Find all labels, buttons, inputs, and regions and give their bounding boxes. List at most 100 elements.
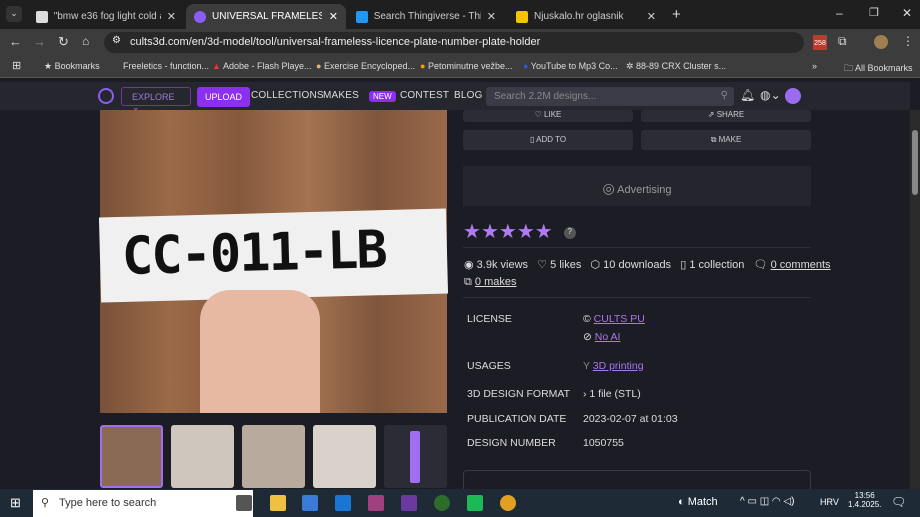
search-icon: ⚲ (41, 497, 50, 509)
thumbnail-5[interactable] (384, 425, 447, 488)
outlook-icon[interactable] (335, 495, 351, 511)
tab-bmw[interactable]: "bmw e36 fog light cold air inta ✕ (28, 4, 184, 29)
windows-start-icon[interactable]: ⊞ (10, 495, 21, 511)
comments-link[interactable]: 0 comments (771, 259, 831, 271)
scrollbar-thumb[interactable] (912, 130, 918, 195)
divider (463, 297, 811, 298)
chrome-icon[interactable] (500, 495, 516, 511)
printer-icon: Y (583, 360, 590, 372)
tab-title: UNIVERSAL FRAMELESS EU (212, 11, 322, 22)
search-icon[interactable]: ⚲ (721, 90, 728, 101)
url-field[interactable]: ⚙ cults3d.com/en/3d-model/tool/universal-… (104, 32, 804, 53)
close-tab-icon[interactable]: ✕ (647, 10, 656, 23)
bell-icon[interactable]: 🔔︎ (740, 88, 755, 102)
search-input[interactable]: Search 2.2M designs... ⚲ (486, 87, 734, 106)
star-icon: ★ (516, 221, 535, 243)
close-window-button[interactable]: ✕ (902, 6, 912, 20)
tab-title: Njuskalo.hr oglasnik (534, 11, 624, 22)
user-avatar[interactable] (785, 88, 801, 104)
minimize-button[interactable]: – (836, 6, 843, 20)
tab-thingiverse[interactable]: Search Thingiverse - Thingivers ✕ (348, 4, 504, 29)
bookmark-label: Adobe - Flash Playe... (222, 61, 312, 71)
menu-icon[interactable]: ⋮ (902, 34, 914, 48)
bookmark-label: Bookmarks (54, 61, 100, 71)
extension-badge[interactable]: 258 (813, 35, 827, 50)
apps-icon[interactable]: ⊞ (12, 59, 21, 72)
weather-widget[interactable]: ◐ Match (678, 496, 718, 508)
reload-icon[interactable]: ↻ (58, 34, 69, 50)
close-tab-icon[interactable]: ✕ (487, 10, 496, 23)
tab-njuskalo[interactable]: Njuskalo.hr oglasnik ✕ (508, 4, 664, 29)
close-tab-icon[interactable]: ✕ (329, 10, 338, 23)
rating-help-icon[interactable]: ? (563, 227, 576, 239)
tab-title: Search Thingiverse - Thingivers (373, 11, 481, 22)
bookmark-item[interactable]: ● Exercise Encycloped... (316, 61, 415, 71)
close-tab-icon[interactable]: ✕ (167, 10, 176, 23)
license-link[interactable]: CULTS PU (594, 313, 645, 325)
like-button[interactable]: ♡ LIKE (463, 110, 633, 122)
taskbar-search-input[interactable]: ⚲ Type here to search (33, 490, 253, 517)
thumbnail-1[interactable] (100, 425, 163, 488)
home-icon[interactable]: ⌂ (82, 34, 89, 48)
advertising-box: ◎ Advertising (463, 166, 811, 206)
upload-button[interactable]: UPLOAD (197, 87, 251, 107)
thumbnail-3[interactable] (242, 425, 305, 488)
more-bookmarks-icon[interactable]: » (812, 61, 817, 71)
eye-icon: ◉ (464, 259, 474, 271)
globe-icon[interactable]: ◍⌄ (760, 88, 781, 102)
share-button[interactable]: ⇗ SHARE (641, 110, 811, 122)
profile-avatar[interactable] (874, 35, 888, 49)
makes-link[interactable]: 0 makes (475, 276, 517, 288)
makes-link[interactable]: MAKES (323, 90, 359, 101)
collections-link[interactable]: COLLECTIONS (251, 90, 324, 101)
add-to-button[interactable]: ▯ ADD TO (463, 130, 633, 150)
divider (463, 247, 811, 248)
tab-search-button[interactable]: ⌄ (6, 6, 22, 22)
thumbnail-2[interactable] (171, 425, 234, 488)
bookmark-item[interactable]: Freeletics - function... (123, 61, 209, 71)
tray-icons[interactable]: ^ ▭ ◫ ◠ ◁) (740, 496, 794, 507)
license-plate-image: CC-011-LB (98, 208, 449, 303)
new-badge: NEW (369, 91, 396, 102)
new-tab-button[interactable]: + (672, 6, 681, 23)
site-info-icon[interactable]: ⚙ (112, 35, 121, 46)
back-icon[interactable]: ← (9, 34, 22, 49)
like-label: LIKE (544, 110, 562, 119)
format-value[interactable]: › 1 file (STL) (583, 388, 641, 400)
bookmark-item[interactable]: ● YouTube to Mp3 Co... (523, 61, 618, 71)
store-icon[interactable] (302, 495, 318, 511)
date-label: PUBLICATION DATE (467, 413, 567, 425)
rating-stars: ★★★★★ ? (463, 219, 576, 244)
restore-button[interactable]: ❐ (869, 6, 879, 19)
forward-icon[interactable]: → (33, 34, 46, 49)
site-nav: EXPLORE ⌄ UPLOAD COLLECTIONS MAKES NEW C… (0, 82, 910, 112)
usages-link[interactable]: 3D printing (593, 360, 644, 372)
explore-label: EXPLORE (132, 92, 175, 102)
make-button[interactable]: ⧉ MAKE (641, 130, 811, 150)
bookmark-item[interactable]: ★ Bookmarks (44, 61, 100, 72)
app-icon[interactable] (434, 495, 450, 511)
language-indicator[interactable]: HRV (820, 497, 839, 507)
cults-logo-icon[interactable] (98, 88, 114, 104)
notifications-icon[interactable]: 🗨︎ (891, 495, 906, 509)
clock[interactable]: 13:56 1.4.2025. (848, 491, 881, 509)
bookmark-item[interactable]: ▲ Adobe - Flash Playe... (212, 61, 311, 71)
task-view-icon[interactable] (236, 495, 252, 511)
bookmark-item[interactable]: ● Petominutne vežbe... (420, 61, 513, 71)
bookmark-item[interactable]: ✲ 88-89 CRX Cluster s... (626, 61, 726, 72)
contest-link[interactable]: CONTEST (400, 90, 449, 101)
extensions-icon[interactable]: ⧉ (838, 34, 847, 49)
blog-link[interactable]: BLOG (454, 90, 483, 101)
explore-button[interactable]: EXPLORE ⌄ (121, 87, 191, 112)
downloads-count: 10 downloads (603, 259, 672, 271)
file-explorer-icon[interactable] (270, 495, 286, 511)
all-bookmarks[interactable]: 🗀 All Bookmarks (844, 61, 913, 77)
no-ai-link[interactable]: No AI (595, 331, 621, 343)
thumbnail-4[interactable] (313, 425, 376, 488)
adobe-icon: ▲ (212, 61, 221, 71)
tab-universal-frameless[interactable]: UNIVERSAL FRAMELESS EU ✕ (186, 4, 346, 29)
app-icon[interactable] (401, 495, 417, 511)
winrar-icon[interactable] (368, 495, 384, 511)
app-icon[interactable] (467, 495, 483, 511)
bookmarks-bar: ⊞ ★ Bookmarks Freeletics - function... ▲… (0, 56, 920, 78)
